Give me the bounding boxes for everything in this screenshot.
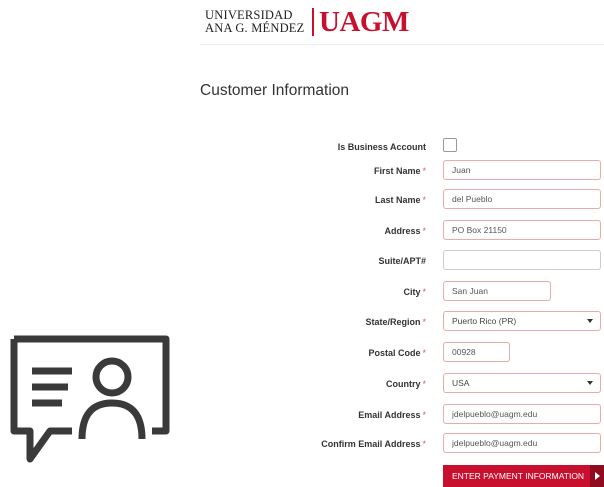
chevron-down-icon (587, 381, 593, 385)
required-marker: * (422, 379, 426, 389)
header-divider (200, 44, 604, 45)
required-marker: * (422, 317, 426, 327)
required-marker: * (422, 195, 426, 205)
logo-wordmark: UNIVERSIDAD ANA G. MÉNDEZ (205, 9, 308, 35)
page-title: Customer Information (200, 82, 350, 99)
required-marker: * (422, 348, 426, 358)
address-label: Address * (384, 226, 426, 236)
enter-payment-information-button[interactable]: ENTER PAYMENT INFORMATION (443, 465, 604, 487)
country-select[interactable]: USA (443, 373, 601, 393)
logo-line-2: ANA G. MÉNDEZ (205, 21, 305, 35)
business-account-label: Is Business Account (337, 142, 426, 152)
uagm-logo[interactable]: UNIVERSIDAD ANA G. MÉNDEZ UAGM (205, 6, 409, 38)
form-row-first-name: First Name * (0, 160, 604, 182)
form-row-address: Address * (0, 220, 604, 242)
postal-code-field[interactable] (443, 342, 510, 362)
business-account-checkbox[interactable] (443, 138, 457, 152)
postal-code-label: Postal Code * (368, 348, 426, 358)
state-selected-value: Puerto Rico (PR) (452, 316, 517, 326)
suite-label: Suite/APT# (378, 256, 426, 266)
first-name-field[interactable] (443, 160, 601, 180)
required-marker: * (422, 439, 426, 449)
last-name-field[interactable] (443, 189, 601, 209)
first-name-label: First Name * (373, 166, 426, 176)
state-label: State/Region * (365, 317, 426, 327)
form-row-state: State/Region * Puerto Rico (PR) (0, 311, 604, 333)
address-field[interactable] (443, 220, 601, 240)
suite-field[interactable] (443, 250, 601, 270)
customer-contact-icon (10, 335, 170, 463)
email-label: Email Address * (358, 410, 426, 420)
state-select[interactable]: Puerto Rico (PR) (443, 311, 601, 331)
form-row-last-name: Last Name * (0, 189, 604, 211)
country-label: Country * (385, 379, 426, 389)
city-label: City * (403, 287, 426, 297)
arrow-right-icon (590, 465, 604, 487)
required-marker: * (422, 410, 426, 420)
last-name-label: Last Name * (374, 195, 426, 205)
country-selected-value: USA (452, 378, 470, 388)
form-row-business-account: Is Business Account (0, 136, 604, 158)
chevron-down-icon (587, 319, 593, 323)
required-marker: * (422, 226, 426, 236)
required-marker: * (422, 287, 426, 297)
confirm-email-label: Confirm Email Address * (321, 439, 426, 449)
submit-button-label: ENTER PAYMENT INFORMATION (452, 471, 585, 481)
email-field[interactable] (443, 404, 601, 424)
city-field[interactable] (443, 281, 551, 301)
required-marker: * (422, 166, 426, 176)
logo-mark: UAGM (319, 6, 409, 38)
form-row-suite: Suite/APT# (0, 250, 604, 272)
logo-divider (312, 8, 314, 36)
confirm-email-field[interactable] (443, 433, 601, 453)
form-row-city: City * (0, 281, 604, 303)
